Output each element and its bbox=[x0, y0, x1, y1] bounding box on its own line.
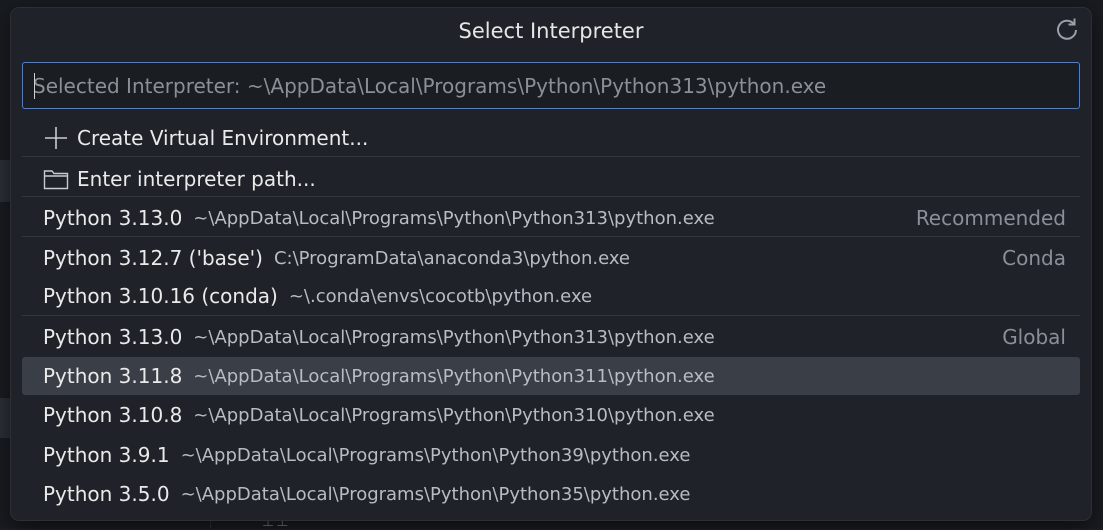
separator bbox=[22, 236, 1080, 237]
interpreter-path: ~\AppData\Local\Programs\Python\Python31… bbox=[193, 208, 714, 229]
interpreter-item[interactable]: Python 3.9.1 ~\AppData\Local\Programs\Py… bbox=[22, 436, 1080, 474]
plus-icon bbox=[43, 125, 69, 151]
interpreter-version: Python 3.5.0 bbox=[43, 482, 170, 506]
interpreter-version: Python 3.12.7 ('base') bbox=[43, 246, 263, 270]
dialog-title: Select Interpreter bbox=[11, 18, 1091, 44]
interpreter-path: ~\AppData\Local\Programs\Python\Python35… bbox=[181, 484, 691, 505]
folder-icon bbox=[43, 166, 69, 192]
interpreter-path: C:\ProgramData\anaconda3\python.exe bbox=[274, 248, 630, 269]
interpreter-item[interactable]: Python 3.10.16 (conda) ~\.conda\envs\coc… bbox=[22, 277, 1080, 315]
interpreter-item[interactable]: Python 3.10.8 ~\AppData\Local\Programs\P… bbox=[22, 396, 1080, 434]
interpreter-path: ~\AppData\Local\Programs\Python\Python31… bbox=[193, 366, 714, 387]
interpreter-path: ~\AppData\Local\Programs\Python\Python31… bbox=[193, 327, 714, 348]
interpreter-tag: Recommended bbox=[916, 206, 1066, 230]
interpreter-version: Python 3.10.8 bbox=[43, 403, 182, 427]
interpreter-version: Python 3.13.0 bbox=[43, 206, 182, 230]
select-interpreter-dialog: Select Interpreter Create Virtual Enviro… bbox=[11, 8, 1091, 520]
interpreter-search-input[interactable] bbox=[22, 62, 1080, 109]
interpreter-path: ~\AppData\Local\Programs\Python\Python31… bbox=[193, 405, 714, 426]
separator bbox=[22, 196, 1080, 197]
text-caret bbox=[34, 73, 35, 99]
interpreter-version: Python 3.13.0 bbox=[43, 325, 182, 349]
interpreter-item[interactable]: Python 3.5.0 ~\AppData\Local\Programs\Py… bbox=[22, 475, 1080, 513]
interpreter-tag: Global bbox=[1002, 325, 1066, 349]
separator bbox=[22, 156, 1080, 157]
create-virtual-environment-item[interactable]: Create Virtual Environment... bbox=[22, 119, 1080, 157]
interpreter-path: ~\.conda\envs\cocotb\python.exe bbox=[289, 286, 592, 307]
action-label: Create Virtual Environment... bbox=[77, 126, 368, 150]
separator bbox=[22, 315, 1080, 316]
interpreter-version: Python 3.11.8 bbox=[43, 364, 182, 388]
interpreter-version: Python 3.10.16 (conda) bbox=[43, 284, 278, 308]
interpreter-tag: Conda bbox=[1002, 246, 1066, 270]
interpreter-path: ~\AppData\Local\Programs\Python\Python39… bbox=[181, 445, 691, 466]
interpreter-item[interactable]: Python 3.13.0 ~\AppData\Local\Programs\P… bbox=[22, 199, 1080, 237]
enter-interpreter-path-item[interactable]: Enter interpreter path... bbox=[22, 160, 1080, 198]
interpreter-item[interactable]: Python 3.13.0 ~\AppData\Local\Programs\P… bbox=[22, 318, 1080, 356]
refresh-icon[interactable] bbox=[1053, 16, 1081, 44]
interpreter-version: Python 3.9.1 bbox=[43, 443, 170, 467]
interpreter-item[interactable]: Python 3.12.7 ('base') C:\ProgramData\an… bbox=[22, 239, 1080, 277]
action-label: Enter interpreter path... bbox=[77, 167, 316, 191]
interpreter-item-selected[interactable]: Python 3.11.8 ~\AppData\Local\Programs\P… bbox=[22, 357, 1080, 395]
